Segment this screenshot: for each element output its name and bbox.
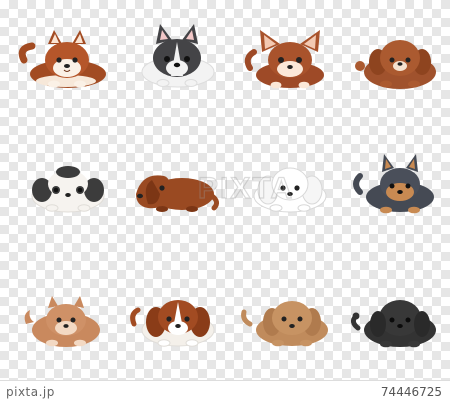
maltese-dog-icon [240,150,336,220]
french-bulldog-icon [126,20,222,90]
shiba-dog-icon [18,22,114,92]
footer-image-id: 74446725 [380,385,442,399]
pomeranian-dog-icon [18,284,114,354]
footer-bar: pixta.jp 74446725 [0,380,450,403]
footer-site-logo: pixta.jp [6,385,55,399]
dachshund-dog-icon [126,150,222,220]
chihuahua-dog-icon [240,22,336,92]
poodle-dog-icon [348,22,444,92]
mini-dachshund-dog-icon [240,284,336,354]
shih-tzu-dog-icon [18,150,114,220]
beagle-dog-icon [126,284,222,354]
yorkshire-terrier-dog-icon [348,150,444,220]
black-poodle-dog-icon [348,284,444,354]
